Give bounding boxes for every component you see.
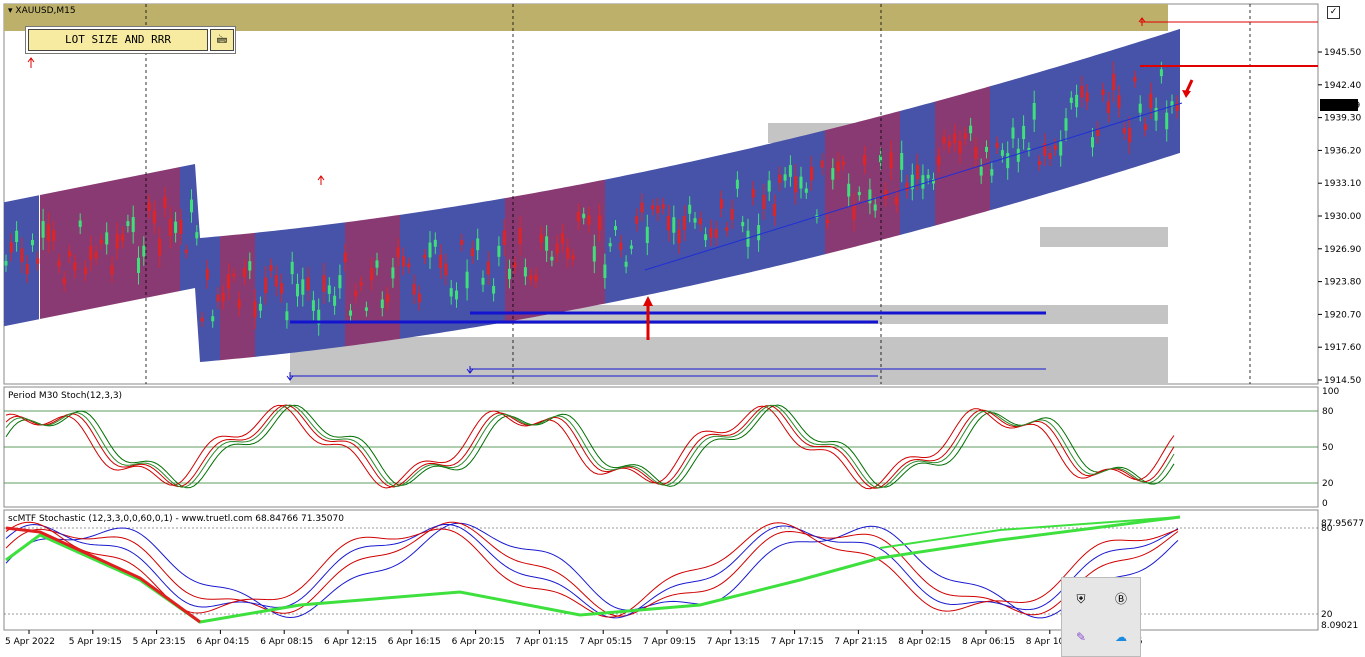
price-label: 1923.80 bbox=[1324, 278, 1361, 288]
time-label: 8 Apr 06:15 bbox=[962, 637, 1015, 647]
price-axis: 1945.50 1942.40 1939.30 1936.20 1933.10 1930.… bbox=[1318, 48, 1361, 386]
mtf-level-label: 80 bbox=[1321, 524, 1333, 534]
stoch-level-label: 20 bbox=[1322, 479, 1334, 489]
symbol-title[interactable]: ▾ XAUUSD,M15 bbox=[8, 6, 76, 16]
stoch-title: Period M30 Stoch(12,3,3) bbox=[8, 391, 122, 401]
feather-icon[interactable]: ✎ bbox=[1070, 626, 1092, 648]
time-label: 7 Apr 05:15 bbox=[579, 637, 632, 647]
time-axis: 5 Apr 2022 5 Apr 19:15 5 Apr 23:15 6 Apr 04… bbox=[5, 630, 1143, 647]
lot-size-panel: LOT SIZE AND RRR 🖮 bbox=[25, 26, 236, 54]
shield-icon[interactable]: ⛨ bbox=[1070, 588, 1092, 610]
lot-size-button[interactable]: LOT SIZE AND RRR bbox=[28, 29, 208, 51]
zone-gray-2 bbox=[1040, 227, 1168, 247]
time-label: 6 Apr 20:15 bbox=[452, 637, 505, 647]
price-label: 1933.10 bbox=[1324, 179, 1361, 189]
time-label: 7 Apr 09:15 bbox=[643, 637, 696, 647]
time-label: 7 Apr 01:15 bbox=[515, 637, 568, 647]
system-tray-popup: ⛨ Ⓑ ✎ ☁ bbox=[1061, 577, 1141, 657]
time-label: 5 Apr 19:15 bbox=[69, 637, 122, 647]
cloud-icon[interactable]: ☁ bbox=[1110, 626, 1132, 648]
chart-svg[interactable]: 1945.50 1942.40 1939.30 1936.20 1933.10 1930.… bbox=[0, 0, 1365, 657]
mtf-title: scMTF Stochastic (12,3,3,0,0,60,0,1) - w… bbox=[8, 514, 344, 524]
price-label: 1945.50 bbox=[1324, 48, 1361, 58]
price-label: 1917.60 bbox=[1324, 343, 1361, 353]
price-label: 1914.50 bbox=[1324, 376, 1361, 386]
stoch-level-label: 100 bbox=[1322, 387, 1339, 397]
stoch-level-label: 50 bbox=[1322, 443, 1334, 453]
price-label: 1936.20 bbox=[1324, 146, 1361, 156]
collapse-icon[interactable]: ▾ bbox=[8, 6, 13, 16]
time-label: 5 Apr 2022 bbox=[5, 637, 55, 647]
mtf-level-label: 20 bbox=[1321, 610, 1333, 620]
price-label: 1930.00 bbox=[1324, 212, 1361, 222]
symbol-label: XAUUSD,M15 bbox=[15, 6, 76, 16]
time-label: 6 Apr 04:15 bbox=[196, 637, 249, 647]
price-label: 1920.70 bbox=[1324, 310, 1361, 320]
time-label: 7 Apr 17:15 bbox=[771, 637, 824, 647]
time-label: 8 Apr 02:15 bbox=[898, 637, 951, 647]
price-label: 1939.30 bbox=[1324, 114, 1361, 124]
price-label: 1942.40 bbox=[1324, 81, 1361, 91]
price-label: 1926.90 bbox=[1324, 245, 1361, 255]
mtf-level-label: 8.09021 bbox=[1321, 621, 1358, 631]
current-price-label: 1940.49 bbox=[1323, 101, 1360, 111]
time-label: 6 Apr 08:15 bbox=[260, 637, 313, 647]
time-label: 7 Apr 21:15 bbox=[834, 637, 887, 647]
stoch-level-label: 0 bbox=[1322, 499, 1328, 509]
time-label: 7 Apr 13:15 bbox=[707, 637, 760, 647]
time-label: 6 Apr 16:15 bbox=[388, 637, 441, 647]
stoch-level-label: 80 bbox=[1322, 407, 1334, 417]
time-label: 5 Apr 23:15 bbox=[133, 637, 186, 647]
zone-gray-4 bbox=[290, 337, 1168, 384]
chart-window[interactable]: 1945.50 1942.40 1939.30 1936.20 1933.10 1930.… bbox=[0, 0, 1365, 657]
time-label: 6 Apr 12:15 bbox=[324, 637, 377, 647]
calculator-icon[interactable]: 🖮 bbox=[210, 29, 234, 51]
checkbox-icon[interactable]: ✓ bbox=[1327, 6, 1340, 19]
b-icon[interactable]: Ⓑ bbox=[1110, 588, 1132, 610]
